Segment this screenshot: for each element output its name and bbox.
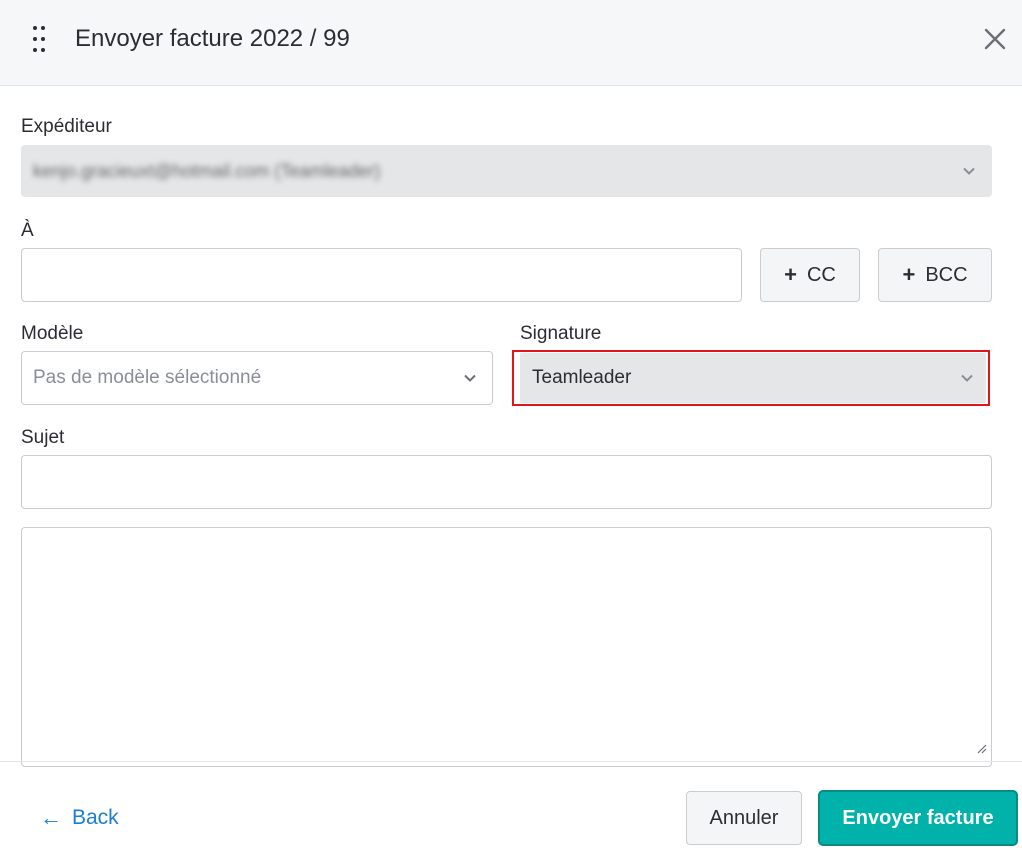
footer-divider: [0, 761, 1022, 762]
template-select[interactable]: Pas de modèle sélectionné: [21, 351, 493, 405]
dialog-title: Envoyer facture 2022 / 99: [75, 25, 350, 52]
back-label: Back: [72, 806, 119, 829]
plus-icon: +: [784, 262, 797, 287]
template-placeholder: Pas de modèle sélectionné: [33, 367, 262, 388]
drag-handle-icon[interactable]: [30, 24, 48, 54]
chevron-down-icon: [464, 374, 476, 382]
cc-label: CC: [806, 263, 836, 286]
chevron-down-icon: [963, 167, 975, 175]
dialog-header: Envoyer facture 2022 / 99: [0, 0, 1022, 86]
arrow-left-icon: ←: [40, 805, 62, 830]
cancel-label: Annuler: [709, 806, 779, 829]
plus-icon: +: [902, 262, 916, 287]
send-label: Envoyer facture: [842, 806, 994, 829]
add-bcc-button[interactable]: + BCC: [878, 248, 992, 302]
template-label: Modèle: [21, 323, 84, 344]
back-link[interactable]: ← Back: [40, 805, 119, 831]
sender-select[interactable]: kenjo.gracieuxt@hotmail.com (Teamleader): [21, 145, 992, 197]
send-invoice-button[interactable]: Envoyer facture: [818, 790, 1018, 846]
add-cc-button[interactable]: + CC: [760, 248, 860, 302]
close-icon: [984, 28, 1006, 50]
signature-highlight-box: [512, 350, 990, 406]
sender-label: Expéditeur: [21, 116, 112, 137]
subject-input[interactable]: [21, 455, 992, 509]
to-label: À: [21, 220, 34, 241]
resize-grip-icon[interactable]: [975, 742, 987, 754]
to-input[interactable]: [21, 248, 742, 302]
sender-value: kenjo.gracieuxt@hotmail.com (Teamleader): [33, 160, 381, 181]
signature-label: Signature: [520, 323, 602, 344]
close-button[interactable]: [980, 24, 1010, 54]
cancel-button[interactable]: Annuler: [686, 791, 802, 845]
subject-label: Sujet: [21, 427, 65, 448]
bcc-label: BCC: [925, 263, 968, 286]
message-body-textarea[interactable]: [21, 527, 992, 767]
